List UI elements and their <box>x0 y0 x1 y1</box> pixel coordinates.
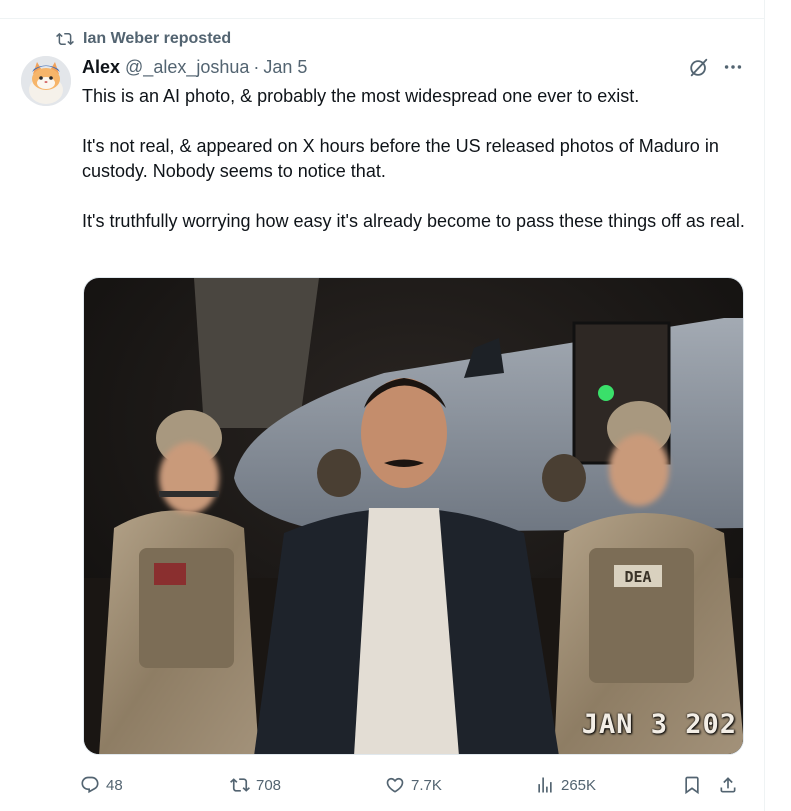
views-count: 265K <box>561 776 597 794</box>
tweet-paragraph: It's not real, & appeared on X hours bef… <box>82 136 719 181</box>
share-button[interactable] <box>718 772 738 798</box>
bookmark-button[interactable] <box>682 772 702 798</box>
repost-label: Ian Weber reposted <box>83 30 232 47</box>
column-border <box>764 0 765 811</box>
post-page: Ian Weber reposted Alex @_alex_joshua · … <box>0 0 791 811</box>
views-button[interactable]: 265K <box>535 772 596 798</box>
repost-context[interactable]: Ian Weber reposted <box>56 29 231 49</box>
divider <box>0 18 764 19</box>
post-header: Alex @_alex_joshua · Jan 5 <box>82 55 307 79</box>
reply-button[interactable]: 48 <box>80 772 123 798</box>
action-bar: 48 708 7.7K 265K <box>80 772 744 798</box>
tweet-paragraph: It's truthfully worrying how easy it's a… <box>82 211 745 231</box>
photo-scene: DEA <box>84 278 743 754</box>
share-icon <box>720 777 736 793</box>
vest-patch: DEA <box>624 568 651 586</box>
author-handle[interactable]: @_alex_joshua <box>125 57 249 78</box>
grok-icon[interactable] <box>688 57 710 79</box>
photo-date-stamp: JAN 3 202 <box>581 709 737 740</box>
more-icon[interactable] <box>722 56 744 78</box>
like-count: 7.7K <box>411 776 442 794</box>
repost-button[interactable]: 708 <box>230 772 281 798</box>
post-date[interactable]: Jan 5 <box>263 57 307 78</box>
heart-icon <box>386 777 404 793</box>
repost-icon <box>56 32 74 46</box>
bookmark-icon <box>685 776 699 795</box>
reply-icon <box>81 776 99 794</box>
repost-count: 708 <box>256 776 282 794</box>
repost-icon <box>230 778 250 792</box>
post-photo[interactable]: DEA JAN 3 202 <box>83 277 744 755</box>
header-separator: · <box>253 56 260 77</box>
tweet-paragraph: This is an AI photo, & probably the most… <box>82 86 640 106</box>
views-icon <box>538 777 552 793</box>
cat-avatar[interactable] <box>21 56 71 106</box>
like-button[interactable]: 7.7K <box>385 772 442 798</box>
author-name[interactable]: Alex <box>82 57 120 78</box>
tweet-text: This is an AI photo, & probably the most… <box>82 84 752 259</box>
reply-count: 48 <box>106 776 123 794</box>
